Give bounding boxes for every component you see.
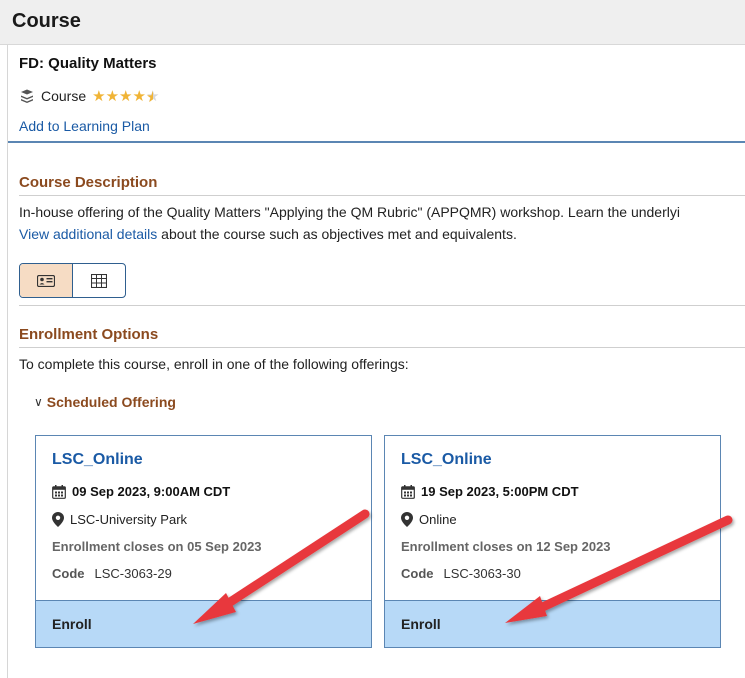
- section-divider: [19, 195, 745, 196]
- table-view-icon: [91, 273, 107, 288]
- enroll-label: Enroll: [401, 616, 441, 632]
- books-stack-icon: [21, 89, 33, 103]
- offering-code: LSC-3063-30: [443, 566, 521, 581]
- calendar-icon: [52, 484, 66, 499]
- offering-title-link[interactable]: LSC_Online: [401, 451, 492, 469]
- enroll-label: Enroll: [52, 616, 92, 632]
- course-type-row: Course ★★★★★: [19, 87, 159, 105]
- additional-details-suffix: about the course such as objectives met …: [157, 226, 517, 242]
- page-header: Course: [0, 0, 745, 45]
- offering-code: LSC-3063-29: [94, 566, 172, 581]
- offering-location-row: Online: [401, 512, 457, 527]
- code-label: Code: [52, 566, 85, 581]
- map-pin-icon: [52, 512, 64, 527]
- section-divider: [19, 347, 745, 348]
- course-description-text: In-house offering of the Quality Matters…: [19, 204, 680, 220]
- offering-code-row: Code LSC-3063-29: [52, 566, 172, 581]
- enrollment-close-date: Enrollment closes on 05 Sep 2023: [52, 539, 262, 554]
- offering-date: 09 Sep 2023, 9:00AM CDT: [72, 484, 231, 499]
- card-view-icon: [37, 274, 55, 287]
- course-title: FD: Quality Matters: [19, 55, 157, 72]
- course-type-label: Course: [41, 88, 87, 104]
- star-icon: ★: [119, 88, 133, 105]
- offering-date: 19 Sep 2023, 5:00PM CDT: [421, 484, 579, 499]
- enrollment-options-heading: Enrollment Options: [19, 326, 159, 343]
- enrollment-close-date: Enrollment closes on 12 Sep 2023: [401, 539, 611, 554]
- offering-card: LSC_Online 19 Sep 2023, 5:00PM CDT Onlin…: [384, 435, 721, 648]
- course-summary: FD: Quality Matters Course ★★★★★ Add to …: [8, 45, 745, 143]
- chevron-down-icon: ∨: [34, 395, 43, 409]
- table-view-button[interactable]: [73, 264, 125, 297]
- offering-location: Online: [419, 512, 457, 527]
- offering-title-link[interactable]: LSC_Online: [52, 451, 143, 469]
- calendar-icon: [401, 484, 415, 499]
- offering-location-row: LSC-University Park: [52, 512, 187, 527]
- additional-details-line: View additional details about the course…: [19, 226, 517, 242]
- enroll-button[interactable]: Enroll: [36, 600, 371, 647]
- course-description-heading: Course Description: [19, 174, 158, 191]
- scheduled-offering-label: Scheduled Offering: [46, 394, 176, 410]
- half-star-icon: ★: [146, 88, 159, 105]
- scheduled-offering-toggle[interactable]: ∨ Scheduled Offering: [34, 394, 176, 410]
- card-view-button[interactable]: [20, 264, 73, 297]
- page-title: Course: [12, 10, 81, 32]
- offering-date-row: 09 Sep 2023, 9:00AM CDT: [52, 484, 230, 499]
- star-icon: ★: [132, 88, 146, 105]
- map-pin-icon: [401, 512, 413, 527]
- star-icon: ★: [105, 88, 120, 105]
- code-label: Code: [401, 566, 434, 581]
- section-divider: [19, 305, 745, 306]
- rating-stars: ★★★★★: [92, 87, 159, 105]
- view-additional-details-link[interactable]: View additional details: [19, 226, 157, 242]
- offering-location: LSC-University Park: [70, 512, 188, 527]
- enroll-button[interactable]: Enroll: [385, 600, 720, 647]
- offering-card: LSC_Online 09 Sep 2023, 9:00AM CDT LSC-U…: [35, 435, 372, 648]
- offering-date-row: 19 Sep 2023, 5:00PM CDT: [401, 484, 579, 499]
- enrollment-intro-text: To complete this course, enroll in one o…: [19, 356, 409, 372]
- offering-code-row: Code LSC-3063-30: [401, 566, 521, 581]
- add-to-learning-plan-link[interactable]: Add to Learning Plan: [19, 118, 150, 134]
- view-toggle: [19, 263, 126, 298]
- star-icon: ★: [92, 88, 106, 105]
